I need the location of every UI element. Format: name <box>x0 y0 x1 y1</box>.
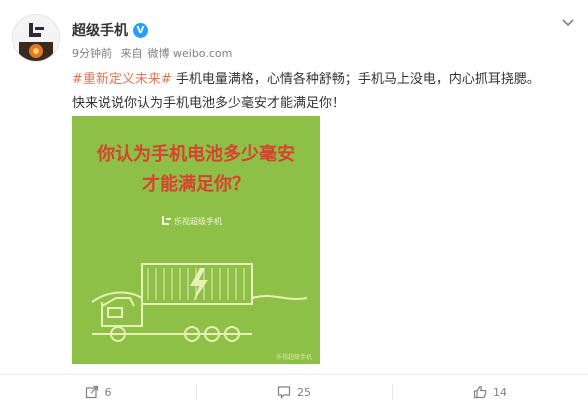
avatar[interactable] <box>12 14 60 62</box>
like-count: 14 <box>493 385 507 399</box>
post-text: #重新定义未来# 手机电量满格，心情各种舒畅；手机马上没电，内心抓耳挠腮。 快来… <box>72 68 577 116</box>
author-name[interactable]: 超级手机 <box>72 20 128 40</box>
forward-count: 6 <box>104 385 112 399</box>
le-logo-icon <box>13 15 59 61</box>
image-headline-2: 才能满足你？ <box>142 173 250 195</box>
post-meta: 9分钟前 来自 微博 weibo.com <box>72 45 237 61</box>
image-brand: 乐视超级手机 <box>174 216 222 226</box>
post-image[interactable]: 你认为手机电池多少毫安 才能满足你？ 乐视超级手机 乐视超级手机 <box>72 116 320 364</box>
image-headline-1: 你认为手机电池多少毫安 <box>96 143 295 165</box>
image-watermark: 乐视超级手机 <box>276 353 312 361</box>
post-time[interactable]: 9分钟前 <box>72 47 112 60</box>
post-source[interactable]: 微博 weibo.com <box>148 47 233 60</box>
comment-count: 25 <box>297 385 311 399</box>
action-bar: 6 25 14 <box>0 374 588 409</box>
post-body-line1: 手机电量满格，心情各种舒畅；手机马上没电，内心抓耳挠腮。 <box>171 72 540 87</box>
post-body-line2: 快来说说你认为手机电池多少毫安才能满足你！ <box>72 96 346 111</box>
topic-link[interactable]: #重新定义未来# <box>72 72 172 87</box>
forward-button[interactable]: 6 <box>0 375 196 409</box>
source-prefix: 来自 <box>120 47 143 60</box>
weibo-post-card: 超级手机 V 9分钟前 来自 微博 weibo.com #重新定义未来# 手机电量… <box>0 0 588 408</box>
comment-button[interactable]: 25 <box>196 375 392 409</box>
author-name-row: 超级手机 V <box>72 20 148 40</box>
forward-icon <box>85 385 98 399</box>
like-icon <box>473 385 487 399</box>
comment-icon <box>277 386 291 399</box>
verified-icon: V <box>133 22 148 38</box>
chevron-down-icon[interactable] <box>560 14 576 30</box>
like-button[interactable]: 14 <box>392 375 588 409</box>
